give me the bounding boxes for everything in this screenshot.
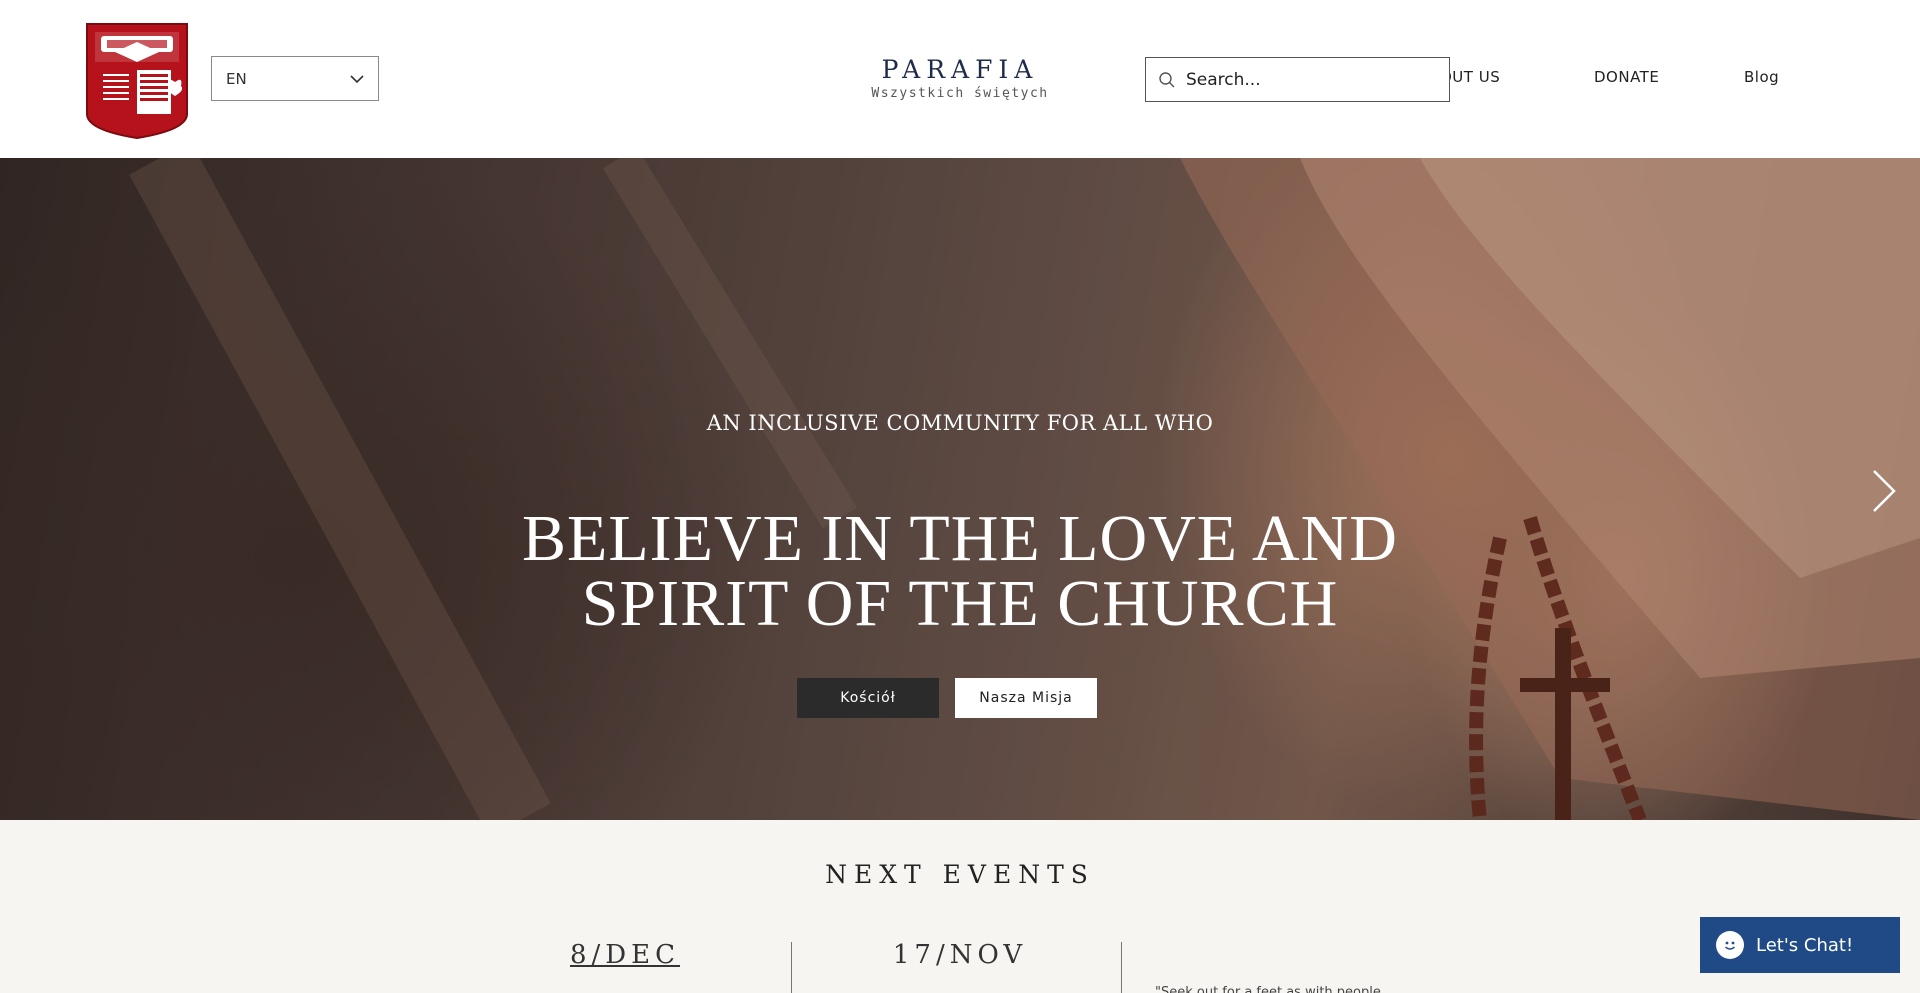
- nav-blog[interactable]: Blog: [1744, 68, 1779, 86]
- chat-label: Let's Chat!: [1756, 934, 1854, 956]
- chevron-down-icon: [350, 74, 364, 83]
- our-mission-button[interactable]: Nasza Misja: [955, 678, 1097, 718]
- nav-donate[interactable]: DONATE: [1594, 68, 1659, 86]
- hero-title: BELIEVE IN THE LOVE AND SPIRIT OF THE CH…: [460, 502, 1460, 640]
- next-slide-arrow-icon[interactable]: [1870, 468, 1898, 514]
- events-title: NEXT EVENTS: [825, 860, 1095, 889]
- hero-title-line-2: SPIRIT OF THE CHURCH: [581, 567, 1339, 640]
- chat-widget-button[interactable]: Let's Chat!: [1700, 917, 1900, 973]
- brand-title: PARAFIA: [881, 55, 1039, 84]
- search-box[interactable]: [1145, 57, 1450, 102]
- event-divider: [1121, 942, 1122, 993]
- event-date-2: 17/NOV: [892, 940, 1028, 970]
- chat-smiley-icon: [1716, 931, 1744, 959]
- search-input[interactable]: [1186, 69, 1436, 90]
- event-divider: [791, 942, 792, 993]
- hero-overlay: [0, 158, 1920, 820]
- hero-kicker: AN INCLUSIVE COMMUNITY FOR ALL WHO: [706, 411, 1214, 435]
- next-events-section: NEXT EVENTS 8/DEC 17/NOV "Seek out for a…: [0, 820, 1920, 993]
- hero-banner: AN INCLUSIVE COMMUNITY FOR ALL WHO BELIE…: [0, 158, 1920, 820]
- crest-icon: [86, 23, 188, 140]
- search-icon: [1159, 71, 1175, 87]
- language-select[interactable]: EN: [211, 56, 379, 101]
- site-brand[interactable]: PARAFIA Wszystkich świętych: [860, 55, 1060, 102]
- event-quote-snippet: "Seek out for a feet as with people...: [1155, 985, 1394, 993]
- event-date-1[interactable]: 8/DEC: [560, 940, 690, 970]
- site-header: EN PARAFIA Wszystkich świętych OUT US DO…: [0, 0, 1920, 158]
- church-button[interactable]: Kościół: [797, 678, 939, 718]
- language-selected: EN: [226, 69, 247, 88]
- hero-title-line-1: BELIEVE IN THE LOVE AND: [522, 502, 1398, 575]
- parish-logo[interactable]: [85, 22, 189, 140]
- brand-subtitle: Wszystkich świętych: [871, 86, 1049, 101]
